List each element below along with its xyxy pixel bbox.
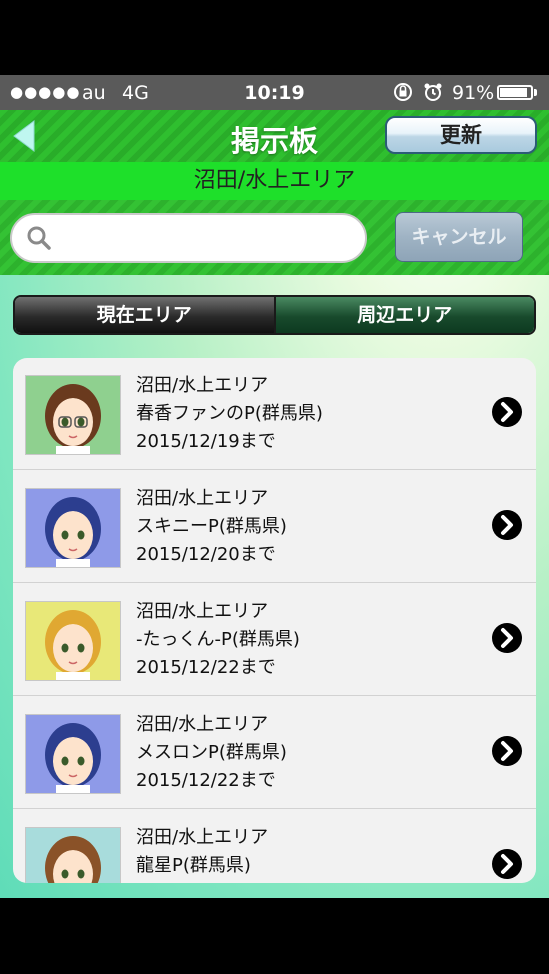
list-item[interactable]: 沼田/水上エリア メスロンP(群馬県) 2015/12/22まで [13,697,536,809]
avatar [25,488,121,568]
battery-nub [534,89,537,96]
post-area: 沼田/水上エリア [136,601,269,622]
character-portrait-icon [45,384,101,454]
post-until: 2015/12/22まで [136,657,276,678]
post-until: 2015/12/19まで [136,431,276,452]
chevron-right-icon[interactable] [491,396,523,428]
chevron-right-icon[interactable] [491,735,523,767]
post-until: 2015/12/20まで [136,544,276,565]
post-author: 春香ファンのP(群馬県) [136,403,323,424]
post-text: 沼田/水上エリア 龍星P(群馬県) [136,824,268,880]
post-text: 沼田/水上エリア春香ファンのP(群馬県) 2015/12/19まで [136,372,323,456]
list-item[interactable]: 沼田/水上エリア春香ファンのP(群馬県) 2015/12/19まで [13,358,536,470]
post-until: 2015/12/22まで [136,770,276,791]
post-author: -たっくん-P(群馬県) [136,629,300,650]
avatar [25,601,121,681]
search-input[interactable] [64,223,358,255]
tab-current-area[interactable]: 現在エリア [15,297,274,333]
post-author: スキニーP(群馬県) [136,516,287,537]
post-area: 沼田/水上エリア [136,375,269,396]
character-portrait-icon [45,610,101,680]
battery-icon [497,85,533,100]
character-portrait-icon [45,836,101,883]
chevron-right-icon[interactable] [491,622,523,654]
battery-percent: 91% [452,82,495,104]
battery-fill [500,88,527,97]
rotation-lock-icon [392,81,414,108]
list-item[interactable]: 沼田/水上エリア 龍星P(群馬県) [13,810,536,883]
post-area: 沼田/水上エリア [136,714,269,735]
cancel-button[interactable]: キャンセル [395,212,523,262]
search-box[interactable] [10,213,367,263]
post-author: メスロンP(群馬県) [136,742,287,763]
avatar [25,827,121,883]
avatar [25,714,121,794]
post-text: 沼田/水上エリア スキニーP(群馬県) 2015/12/20まで [136,485,287,569]
area-segmented-control: 現在エリア 周辺エリア [13,295,536,335]
post-author: 龍星P(群馬県) [136,855,251,876]
chevron-right-icon[interactable] [491,509,523,541]
list-item[interactable]: 沼田/水上エリア -たっくん-P(群馬県) 2015/12/22まで [13,584,536,696]
chevron-right-icon[interactable] [491,848,523,880]
app-screen: ●●●●● au 4G 10:19 91% 掲示板 更新 沼田/水上エリア キャ… [0,75,549,898]
nav-bar: 掲示板 更新 [0,110,549,162]
character-portrait-icon [45,723,101,793]
avatar [25,375,121,455]
status-bar: ●●●●● au 4G 10:19 91% [0,75,549,110]
character-portrait-icon [45,497,101,567]
alarm-icon [422,81,444,108]
refresh-button[interactable]: 更新 [385,116,537,154]
search-bar: キャンセル [0,200,549,275]
post-text: 沼田/水上エリア メスロンP(群馬県) 2015/12/22まで [136,711,287,795]
post-text: 沼田/水上エリア -たっくん-P(群馬県) 2015/12/22まで [136,598,300,682]
post-area: 沼田/水上エリア [136,488,269,509]
tab-nearby-area[interactable]: 周辺エリア [273,297,534,333]
search-icon [27,226,51,250]
list-item[interactable]: 沼田/水上エリア スキニーP(群馬県) 2015/12/20まで [13,471,536,583]
post-list: 沼田/水上エリア 春香ファンのP(群馬県) 2015/12/19まで 沼田/水上エリア… [13,358,536,883]
post-area: 沼田/水上エリア [136,827,269,848]
area-title: 沼田/水上エリア [0,162,549,200]
